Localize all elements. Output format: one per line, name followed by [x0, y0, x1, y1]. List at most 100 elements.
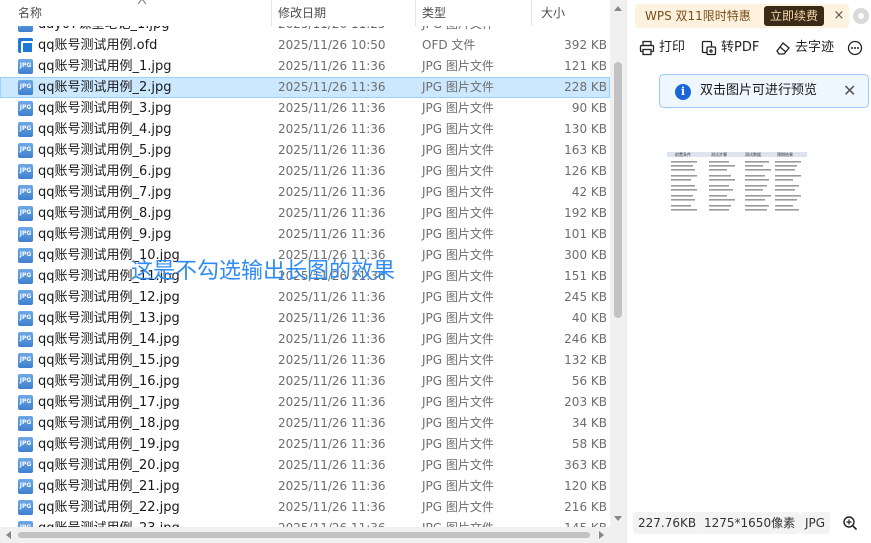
scroll-right-arrow-icon[interactable]: [599, 531, 604, 539]
file-row[interactable]: qq账号测试用例_8.jpg 2025/11/26 11:36 JPG 图片文件 19…: [0, 203, 610, 224]
file-type: JPG 图片文件: [422, 416, 494, 430]
preview-status-bar: 227.76KB 1275*1650像素 JPG: [627, 512, 871, 534]
file-row[interactable]: qq账号测试用例_19.jpg 2025/11/26 11:36 JPG 图片文件 5…: [0, 434, 610, 455]
vertical-scrollbar[interactable]: [610, 0, 626, 527]
file-modified-date: 2025/11/26 11:36: [278, 437, 386, 451]
file-row[interactable]: qq账号测试用例_7.jpg 2025/11/26 11:36 JPG 图片文件 42…: [0, 182, 610, 203]
promo-banner[interactable]: WPS 双11限时特惠 立即续费 ×: [635, 4, 849, 28]
file-size: 126 KB: [564, 164, 607, 178]
file-type: JPG 图片文件: [422, 458, 494, 472]
format-badge: JPG: [800, 512, 831, 534]
file-row[interactable]: qq账号测试用例.ofd 2025/11/26 10:50 OFD 文件 392 KB: [0, 35, 610, 56]
jpg-file-icon: [18, 416, 33, 431]
hint-close-icon[interactable]: ✕: [843, 75, 856, 107]
file-row[interactable]: qq账号测试用例_15.jpg 2025/11/26 11:36 JPG 图片文件 1…: [0, 350, 610, 371]
file-row[interactable]: qq账号测试用例_5.jpg 2025/11/26 11:36 JPG 图片文件 16…: [0, 140, 610, 161]
file-row[interactable]: qq账号测试用例_4.jpg 2025/11/26 11:36 JPG 图片文件 13…: [0, 119, 610, 140]
file-list-pane: 名称 修改日期 类型 大小 day07课堂笔记_1.jpg2025/11/26 …: [0, 0, 626, 543]
printer-icon: [639, 40, 655, 56]
file-name: qq账号测试用例_14.jpg: [38, 332, 180, 347]
file-type: JPG 图片文件: [422, 227, 494, 241]
file-type: JPG 图片文件: [422, 185, 494, 199]
preview-hint-banner: i 双击图片可进行预览 ✕: [659, 74, 869, 108]
file-modified-date: 2025/11/26 11:36: [278, 353, 386, 367]
jpg-file-icon: [18, 206, 33, 221]
file-size: 42 KB: [571, 185, 607, 199]
file-row[interactable]: qq账号测试用例_22.jpg 2025/11/26 11:36 JPG 图片文件 2…: [0, 497, 610, 518]
file-modified-date: 2025/11/26 11:36: [278, 101, 386, 115]
file-name: qq账号测试用例_1.jpg: [38, 59, 172, 74]
file-type: JPG 图片文件: [422, 353, 494, 367]
thumb-col-1: 前置条件: [675, 151, 691, 157]
file-row[interactable]: qq账号测试用例_18.jpg 2025/11/26 11:36 JPG 图片文件 3…: [0, 413, 610, 434]
file-size: 58 KB: [571, 437, 607, 451]
settings-icon[interactable]: [853, 8, 869, 24]
zoom-in-icon[interactable]: [842, 515, 858, 531]
file-size: 245 KB: [564, 290, 607, 304]
file-modified-date: 2025/11/26 10:50: [278, 38, 386, 52]
image-thumbnail[interactable]: 前置条件 测试步骤 测试数据 预期结果: [667, 149, 807, 215]
file-type: JPG 图片文件: [422, 206, 494, 220]
horizontal-scrollbar[interactable]: [0, 527, 610, 543]
file-size: 121 KB: [564, 59, 607, 73]
scroll-down-arrow-icon[interactable]: [614, 516, 622, 521]
file-row[interactable]: qq账号测试用例_13.jpg 2025/11/26 11:36 JPG 图片文件 4…: [0, 308, 610, 329]
file-modified-date: 2025/11/26 11:36: [278, 479, 386, 493]
file-row[interactable]: qq账号测试用例_3.jpg 2025/11/26 11:36 JPG 图片文件 90…: [0, 98, 610, 119]
file-type: JPG 图片文件: [422, 437, 494, 451]
file-size: 300 KB: [564, 248, 607, 262]
file-size: 216 KB: [564, 500, 607, 514]
file-row[interactable]: qq账号测试用例_12.jpg 2025/11/26 11:36 JPG 图片文件 2…: [0, 287, 610, 308]
file-row[interactable]: qq账号测试用例_21.jpg 2025/11/26 11:36 JPG 图片文件 1…: [0, 476, 610, 497]
file-modified-date: 2025/11/26 11:36: [278, 206, 386, 220]
file-name: qq账号测试用例_19.jpg: [38, 437, 180, 452]
file-size: 34 KB: [571, 416, 607, 430]
file-type: JPG 图片文件: [422, 164, 494, 178]
file-row[interactable]: qq账号测试用例_14.jpg 2025/11/26 11:36 JPG 图片文件 2…: [0, 329, 610, 350]
file-modified-date: 2025/11/26 11:36: [278, 185, 386, 199]
column-divider[interactable]: [531, 0, 532, 26]
renew-button[interactable]: 立即续费: [764, 6, 825, 26]
convert-pdf-icon: [701, 40, 717, 56]
file-row[interactable]: qq账号测试用例_17.jpg 2025/11/26 11:36 JPG 图片文件 2…: [0, 392, 610, 413]
file-modified-date: 2025/11/26 11:36: [278, 80, 386, 94]
file-type: JPG 图片文件: [422, 248, 494, 262]
file-name: qq账号测试用例_9.jpg: [38, 227, 172, 242]
file-row[interactable]: qq账号测试用例_20.jpg 2025/11/26 11:36 JPG 图片文件 3…: [0, 455, 610, 476]
file-row[interactable]: qq账号测试用例_2.jpg 2025/11/26 11:36 JPG 图片文件 22…: [0, 77, 610, 98]
file-row[interactable]: qq账号测试用例_9.jpg 2025/11/26 11:36 JPG 图片文件 10…: [0, 224, 610, 245]
promo-close-icon[interactable]: ×: [832, 4, 846, 28]
column-header-size[interactable]: 大小: [537, 0, 607, 26]
scroll-up-arrow-icon[interactable]: [614, 6, 622, 11]
eraser-icon: [776, 42, 790, 55]
jpg-file-icon: [18, 269, 33, 284]
file-name: qq账号测试用例_21.jpg: [38, 479, 180, 494]
file-name: qq账号测试用例_5.jpg: [38, 143, 172, 158]
file-size: 246 KB: [564, 332, 607, 346]
file-name: qq账号测试用例_6.jpg: [38, 164, 172, 179]
file-row[interactable]: qq账号测试用例_6.jpg 2025/11/26 11:36 JPG 图片文件 12…: [0, 161, 610, 182]
jpg-file-icon: [18, 458, 33, 473]
column-divider[interactable]: [415, 0, 416, 26]
file-size-badge: 227.76KB: [633, 512, 702, 534]
scrollbar-thumb[interactable]: [614, 62, 622, 318]
column-header-type[interactable]: 类型: [418, 0, 530, 26]
file-row[interactable]: qq账号测试用例_16.jpg 2025/11/26 11:36 JPG 图片文件 5…: [0, 371, 610, 392]
file-name: qq账号测试用例_17.jpg: [38, 395, 180, 410]
column-header-name[interactable]: 名称: [14, 0, 270, 26]
file-size: 151 KB: [564, 269, 607, 283]
dimensions-badge: 1275*1650像素: [699, 512, 801, 534]
column-divider[interactable]: [271, 0, 272, 26]
file-size: 90 KB: [571, 101, 607, 115]
scrollbar-corner: [610, 527, 626, 543]
file-type: JPG 图片文件: [422, 59, 494, 73]
jpg-file-icon: [18, 290, 33, 305]
column-header-date[interactable]: 修改日期: [274, 0, 414, 26]
file-name: qq账号测试用例_22.jpg: [38, 500, 180, 515]
file-type: JPG 图片文件: [422, 479, 494, 493]
file-row[interactable]: qq账号测试用例_1.jpg 2025/11/26 11:36 JPG 图片文件 12…: [0, 56, 610, 77]
file-name: qq账号测试用例_16.jpg: [38, 374, 180, 389]
scroll-left-arrow-icon[interactable]: [6, 531, 11, 539]
scrollbar-thumb[interactable]: [18, 532, 590, 538]
convert-pdf-label: 转PDF: [721, 40, 760, 55]
